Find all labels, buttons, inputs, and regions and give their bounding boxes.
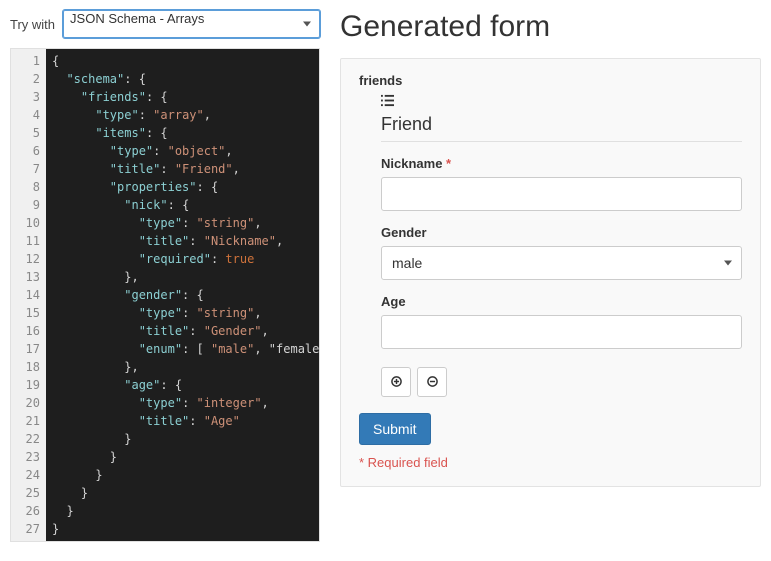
add-item-button[interactable]	[381, 367, 411, 397]
page-title: Generated form	[340, 10, 761, 44]
editor-code[interactable]: { "schema": { "friends": { "type": "arra…	[46, 49, 319, 541]
trywith-select[interactable]: JSON Schema - Arrays	[63, 10, 320, 38]
remove-item-button[interactable]	[417, 367, 447, 397]
list-icon	[381, 94, 394, 107]
code-editor[interactable]: 1234567891011121314151617181920212223242…	[10, 48, 320, 542]
trywith-label: Try with	[10, 17, 55, 32]
age-input[interactable]	[381, 315, 742, 349]
item-title: Friend	[381, 114, 742, 142]
required-note: * Required field	[359, 455, 742, 470]
editor-gutter: 1234567891011121314151617181920212223242…	[11, 49, 46, 541]
submit-button[interactable]: Submit	[359, 413, 431, 445]
age-label: Age	[381, 294, 742, 309]
minus-circle-icon	[427, 375, 438, 390]
trywith-selected: JSON Schema - Arrays	[70, 11, 204, 26]
nickname-label: Nickname *	[381, 156, 742, 171]
nickname-input[interactable]	[381, 177, 742, 211]
plus-circle-icon	[391, 375, 402, 390]
gender-label: Gender	[381, 225, 742, 240]
form-panel: friends Friend Nickname * Gender male	[340, 58, 761, 487]
group-label-friends: friends	[359, 73, 742, 88]
gender-select[interactable]: male	[381, 246, 742, 280]
gender-selected-value: male	[392, 255, 422, 271]
required-asterisk: *	[446, 156, 451, 171]
